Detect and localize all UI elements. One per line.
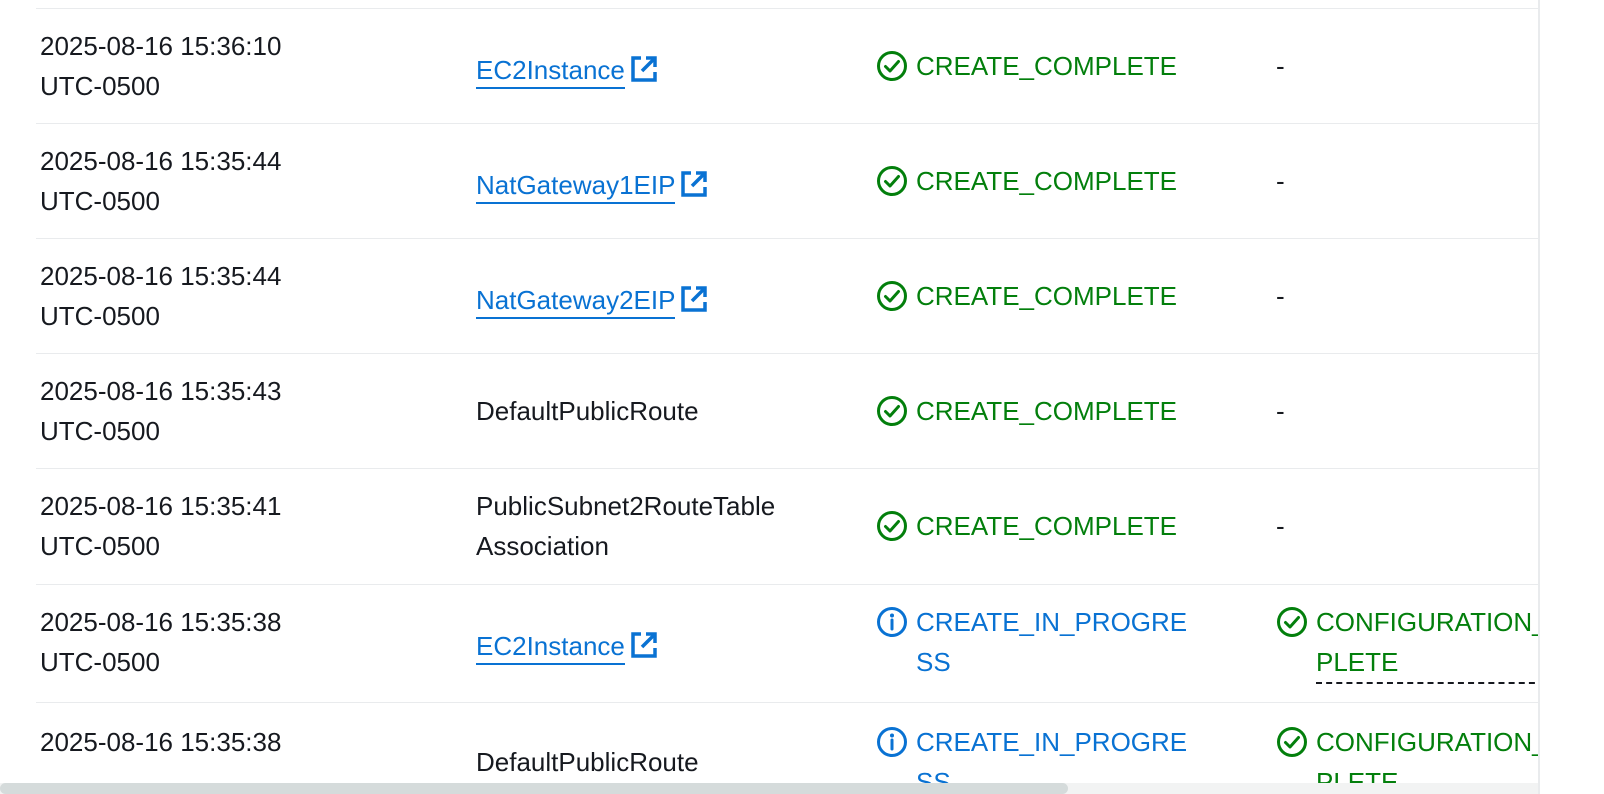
status-reason-cell: - bbox=[1276, 468, 1538, 584]
status-badge: CREATE_COMPLETE bbox=[876, 506, 1196, 546]
logical-id-cell: DefaultPublicRoute bbox=[476, 702, 826, 794]
status-reason-cell: - bbox=[1276, 123, 1538, 238]
timestamp-timezone: UTC-0500 bbox=[40, 186, 160, 216]
check-circle-icon bbox=[876, 280, 908, 312]
status-reason-text[interactable]: CONFIGURATION_COMPLETE bbox=[1316, 602, 1538, 684]
info-circle-icon bbox=[876, 606, 908, 638]
status-text: CREATE_COMPLETE bbox=[916, 166, 1178, 196]
timestamp-date: 2025-08-16 15:35:41 bbox=[40, 491, 282, 521]
timestamp-timezone: UTC-0500 bbox=[40, 416, 160, 446]
logical-id-cell: PublicSubnet2RouteTableAssociation bbox=[476, 468, 826, 584]
timestamp-date: 2025-08-16 15:35:38 bbox=[40, 607, 282, 637]
logical-id-cell: EC2Instance bbox=[476, 584, 826, 702]
status-badge: CREATE_COMPLETE bbox=[876, 391, 1196, 431]
status-cell: CREATE_COMPLETE bbox=[876, 468, 1256, 584]
status-text: CREATE_COMPLETE bbox=[916, 511, 1178, 541]
status-cell: CREATE_IN_PROGRESS bbox=[876, 584, 1256, 702]
timestamp-timezone: UTC-0500 bbox=[40, 301, 160, 331]
timestamp-date: 2025-08-16 15:36:10 bbox=[40, 31, 282, 61]
table-row: 2025-08-16 15:35:44 UTC-0500 NatGateway1EI… bbox=[36, 123, 1538, 239]
table-row: 2025-08-16 15:35:38 DefaultPublicRoute CRE… bbox=[36, 702, 1538, 794]
logical-id-link[interactable]: EC2Instance bbox=[476, 629, 625, 665]
table-row: 2025-08-16 15:35:44 UTC-0500 NatGateway2EI… bbox=[36, 238, 1538, 354]
timestamp-timezone: UTC-0500 bbox=[40, 71, 160, 101]
timestamp-timezone: UTC-0500 bbox=[40, 647, 160, 677]
horizontal-scrollbar[interactable] bbox=[0, 783, 1538, 794]
external-link-icon[interactable] bbox=[679, 169, 709, 199]
status-badge: CREATE_COMPLETE bbox=[876, 46, 1196, 86]
timestamp-date: 2025-08-16 15:35:44 bbox=[40, 261, 282, 291]
status-cell: CREATE_COMPLETE bbox=[876, 238, 1256, 353]
check-circle-icon bbox=[1276, 726, 1308, 758]
stack-events-panel: 2025-08-16 15:36:10 UTC-0500 EC2Instance CR… bbox=[0, 0, 1604, 794]
external-link-icon[interactable] bbox=[679, 284, 709, 314]
status-cell: CREATE_COMPLETE bbox=[876, 123, 1256, 238]
check-circle-icon bbox=[876, 510, 908, 542]
status-reason-empty: - bbox=[1276, 51, 1285, 81]
status-text: CREATE_COMPLETE bbox=[916, 281, 1178, 311]
status-text: CREATE_COMPLETE bbox=[916, 51, 1178, 81]
table-row: 2025-08-16 15:36:10 UTC-0500 EC2Instance CR… bbox=[36, 8, 1538, 124]
status-badge: CREATE_COMPLETE bbox=[876, 276, 1196, 316]
status-text: CREATE_COMPLETE bbox=[916, 396, 1178, 426]
logical-id-cell: NatGateway2EIP bbox=[476, 238, 826, 353]
status-cell: CREATE_COMPLETE bbox=[876, 8, 1256, 123]
logical-id-cell: NatGateway1EIP bbox=[476, 123, 826, 238]
check-circle-icon bbox=[1276, 606, 1308, 638]
table-row: 2025-08-16 15:35:41 UTC-0500 PublicSubnet2… bbox=[36, 468, 1538, 585]
logical-id-link[interactable]: NatGateway2EIP bbox=[476, 283, 676, 319]
logical-id-text: PublicSubnet2RouteTableAssociation bbox=[476, 491, 776, 561]
status-reason-empty: - bbox=[1276, 511, 1285, 541]
timestamp-timezone: UTC-0500 bbox=[40, 531, 160, 561]
timestamp-date: 2025-08-16 15:35:44 bbox=[40, 146, 282, 176]
timestamp-cell: 2025-08-16 15:35:41 UTC-0500 bbox=[40, 468, 460, 584]
check-circle-icon bbox=[876, 50, 908, 82]
external-link-icon[interactable] bbox=[629, 630, 659, 660]
logical-id-link[interactable]: NatGateway1EIP bbox=[476, 168, 676, 204]
logical-id-cell: EC2Instance bbox=[476, 8, 826, 123]
timestamp-cell: 2025-08-16 15:36:10 UTC-0500 bbox=[40, 8, 460, 123]
status-reason-cell: - bbox=[1276, 238, 1538, 353]
status-reason-empty: - bbox=[1276, 166, 1285, 196]
timestamp-cell: 2025-08-16 15:35:38 bbox=[40, 702, 460, 794]
logical-id-cell: DefaultPublicRoute bbox=[476, 353, 826, 468]
status-reason-empty: - bbox=[1276, 281, 1285, 311]
timestamp-date: 2025-08-16 15:35:38 bbox=[40, 727, 282, 757]
timestamp-cell: 2025-08-16 15:35:44 UTC-0500 bbox=[40, 123, 460, 238]
status-reason-cell: - bbox=[1276, 353, 1538, 468]
check-circle-icon bbox=[876, 165, 908, 197]
events-table: 2025-08-16 15:36:10 UTC-0500 EC2Instance CR… bbox=[0, 0, 1538, 794]
logical-id-text: DefaultPublicRoute bbox=[476, 747, 699, 777]
status-reason-badge[interactable]: CONFIGURATION_COMPLETE bbox=[1276, 602, 1538, 684]
status-badge: CREATE_IN_PROGRESS bbox=[876, 602, 1196, 682]
status-reason-cell: CONFIGURATION_COMPLETE bbox=[1276, 702, 1538, 794]
timestamp-cell: 2025-08-16 15:35:44 UTC-0500 bbox=[40, 238, 460, 353]
status-cell: CREATE_COMPLETE bbox=[876, 353, 1256, 468]
status-reason-empty: - bbox=[1276, 396, 1285, 426]
external-link-icon[interactable] bbox=[629, 54, 659, 84]
logical-id-text: DefaultPublicRoute bbox=[476, 396, 699, 426]
timestamp-cell: 2025-08-16 15:35:38 UTC-0500 bbox=[40, 584, 460, 702]
info-circle-icon bbox=[876, 726, 908, 758]
status-badge: CREATE_COMPLETE bbox=[876, 161, 1196, 201]
status-reason-cell: - bbox=[1276, 8, 1538, 123]
check-circle-icon bbox=[876, 395, 908, 427]
status-reason-cell: CONFIGURATION_COMPLETE bbox=[1276, 584, 1538, 702]
logical-id-link[interactable]: EC2Instance bbox=[476, 53, 625, 89]
table-row: 2025-08-16 15:35:38 UTC-0500 EC2Instance CR… bbox=[36, 584, 1538, 703]
table-row: 2025-08-16 15:35:43 UTC-0500 DefaultPublic… bbox=[36, 353, 1538, 469]
right-panel-edge bbox=[1538, 0, 1604, 794]
timestamp-date: 2025-08-16 15:35:43 bbox=[40, 376, 282, 406]
status-text: CREATE_IN_PROGRESS bbox=[916, 607, 1188, 677]
status-cell: CREATE_IN_PROGRESS bbox=[876, 702, 1256, 794]
timestamp-cell: 2025-08-16 15:35:43 UTC-0500 bbox=[40, 353, 460, 468]
horizontal-scrollbar-thumb[interactable] bbox=[0, 783, 1068, 794]
